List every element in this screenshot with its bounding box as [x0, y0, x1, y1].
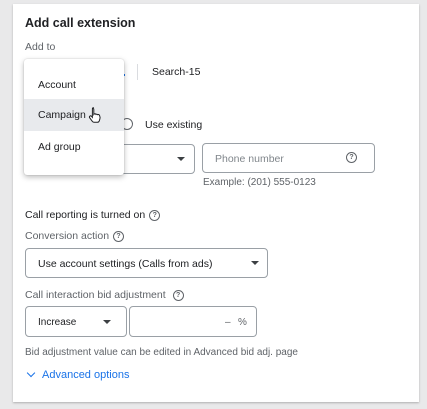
phone-number-placeholder: Phone number — [215, 153, 284, 165]
conversion-action-select[interactable]: Use account settings (Calls from ads) — [25, 248, 268, 278]
campaign-name[interactable]: Search-15 — [152, 66, 200, 78]
panel-title: Add call extension — [25, 16, 136, 30]
phone-example: Example: (201) 555-0123 — [203, 177, 316, 188]
bid-adjustment-label: Call interaction bid adjustment? — [25, 289, 184, 301]
conversion-action-text: Conversion action — [25, 230, 110, 242]
help-icon[interactable]: ? — [149, 209, 161, 221]
bid-direction-value: Increase — [38, 317, 77, 328]
phone-number-field[interactable]: Phone number ? — [202, 143, 375, 173]
hand-cursor-icon — [88, 107, 101, 123]
use-existing-label[interactable]: Use existing — [145, 119, 202, 131]
menu-item-label: Account — [38, 79, 76, 91]
help-icon[interactable]: ? — [113, 230, 125, 242]
bid-direction-select[interactable]: Increase — [25, 306, 127, 337]
chevron-down-icon — [177, 157, 185, 161]
chevron-down-icon — [26, 368, 36, 378]
call-reporting-status: Call reporting is turned on? — [25, 209, 161, 221]
conversion-action-value: Use account settings (Calls from ads) — [38, 258, 213, 270]
add-to-label: Add to — [25, 41, 56, 53]
chevron-down-icon — [103, 320, 111, 324]
bid-adjustment-text: Call interaction bid adjustment — [25, 289, 166, 301]
bid-adjustment-note: Bid adjustment value can be edited in Ad… — [25, 347, 298, 358]
selector-divider — [137, 64, 138, 80]
bid-value-input[interactable]: – % — [129, 306, 257, 337]
call-extension-panel: Add call extension Add to Search-15 Use … — [13, 4, 419, 402]
level-dropdown-menu: Account Campaign Ad group — [24, 59, 124, 175]
menu-item-account[interactable]: Account — [24, 69, 124, 101]
menu-item-ad-group[interactable]: Ad group — [24, 131, 124, 163]
conversion-action-label: Conversion action? — [25, 230, 125, 242]
help-icon[interactable]: ? — [346, 152, 357, 163]
chevron-down-icon — [251, 261, 259, 265]
percent-sign: % — [238, 317, 247, 328]
advanced-options-link[interactable]: Advanced options — [42, 369, 129, 381]
call-reporting-text: Call reporting is turned on — [25, 209, 146, 221]
help-icon[interactable]: ? — [172, 289, 184, 301]
menu-item-label: Ad group — [38, 141, 81, 153]
menu-item-campaign[interactable]: Campaign — [24, 99, 124, 131]
menu-item-label: Campaign — [38, 109, 86, 121]
bid-value-dash: – — [225, 317, 231, 328]
page: Add call extension Add to Search-15 Use … — [0, 0, 427, 409]
